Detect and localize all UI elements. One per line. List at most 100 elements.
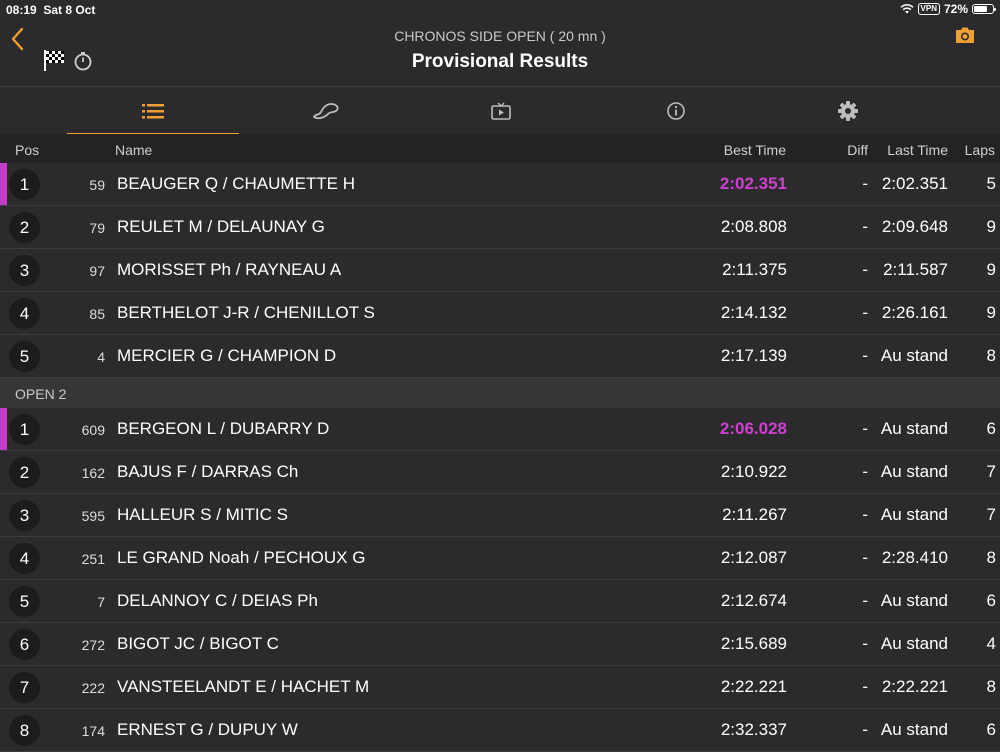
last-time: Au stand [880,505,948,524]
table-row[interactable]: 3 97 MORISSET Ph / RAYNEAU A 2:11.375 - … [0,249,1000,292]
col-last-time: Last Time [887,142,948,158]
race-number: 4 [97,349,105,365]
diff: - [862,346,868,365]
laps: 6 [986,591,996,610]
laps: 9 [986,303,996,322]
group-header-open-2: OPEN 2 [0,378,1000,408]
position-badge: 5 [9,341,40,372]
position-badge: 7 [9,672,40,703]
driver-names: LE GRAND Noah / PECHOUX G [117,548,366,567]
col-laps: Laps [964,142,995,158]
tab-video[interactable] [415,87,587,135]
table-row[interactable]: 4 251 LE GRAND Noah / PECHOUX G 2:12.087… [0,537,1000,580]
diff: - [862,720,868,739]
last-time: 2:26.161 [881,303,948,322]
laps: 6 [986,419,996,438]
track-icon [312,103,339,120]
battery-icon [972,4,996,14]
table-row[interactable]: 7 222 VANSTEELANDT E / HACHET M 2:22.221… [0,666,1000,709]
diff: - [862,634,868,653]
tab-track[interactable] [240,87,412,135]
camera-icon[interactable] [954,26,976,44]
table-row[interactable]: 3 595 HALLEUR S / MITIC S 2:11.267 - Au … [0,494,1000,537]
laps: 7 [986,505,996,524]
col-best-time: Best Time [723,142,786,158]
race-number: 174 [81,723,105,739]
laps: 8 [986,346,996,365]
table-row[interactable]: 5 7 DELANNOY C / DEIAS Ph 2:12.674 - Au … [0,580,1000,623]
race-number: 222 [81,680,105,696]
results-table: 1 59 BEAUGER Q / CHAUMETTE H 2:02.351 - … [0,163,1000,752]
best-time: 2:32.337 [720,720,787,739]
position-badge: 2 [9,212,40,243]
race-number: 7 [97,594,105,610]
driver-names: BEAUGER Q / CHAUMETTE H [117,174,356,193]
table-row[interactable]: 2 162 BAJUS F / DARRAS Ch 2:10.922 - Au … [0,451,1000,494]
race-number: 609 [81,422,105,438]
header: CHRONOS SIDE OPEN ( 20 mn ) Provisional … [0,20,1000,86]
status-right: VPN 72% [899,2,996,16]
diff: - [862,462,868,481]
best-time: 2:08.808 [720,217,787,236]
laps: 5 [986,174,996,193]
last-time: Au stand [880,591,948,610]
table-row[interactable]: 2 79 REULET M / DELAUNAY G 2:08.808 - 2:… [0,206,1000,249]
table-row[interactable]: 4 85 BERTHELOT J-R / CHENILLOT S 2:14.13… [0,292,1000,335]
best-time: 2:17.139 [720,346,787,365]
race-number: 97 [89,263,105,279]
position-badge: 2 [9,457,40,488]
tab-settings[interactable] [762,87,934,135]
laps: 8 [986,548,996,567]
table-row[interactable]: 8 174 ERNEST G / DUPUY W 2:32.337 - Au s… [0,709,1000,752]
best-lap-marker [0,408,7,450]
diff: - [862,548,868,567]
diff: - [862,174,868,193]
driver-names: BIGOT JC / BIGOT C [117,634,279,653]
race-number: 79 [89,220,105,236]
best-time: 2:06.028 [719,419,787,438]
best-time: 2:12.087 [720,548,787,567]
diff: - [862,505,868,524]
position-badge: 5 [9,586,40,617]
tab-results-list[interactable] [67,87,239,135]
best-time: 2:11.375 [722,260,787,279]
position-badge: 4 [9,298,40,329]
table-row[interactable]: 6 272 BIGOT JC / BIGOT C 2:15.689 - Au s… [0,623,1000,666]
best-time: 2:02.351 [719,174,787,193]
status-time: 08:19 Sat 8 Oct [6,3,96,17]
table-row[interactable]: 1 609 BERGEON L / DUBARRY D 2:06.028 - A… [0,408,1000,451]
battery-level [974,6,987,12]
driver-names: BERGEON L / DUBARRY D [117,419,330,438]
column-header: Pos Name Best Time Diff Last Time Laps [0,134,1000,163]
page-title: Provisional Results [411,51,589,72]
race-number: 595 [81,508,105,524]
table-row[interactable]: 5 4 MERCIER G / CHAMPION D 2:17.139 - Au… [0,335,1000,378]
position-badge: 3 [9,500,40,531]
best-lap-marker [0,163,7,205]
col-diff: Diff [847,142,868,158]
diff: - [862,591,868,610]
list-icon [142,104,164,119]
driver-names: REULET M / DELAUNAY G [117,217,325,236]
driver-names: MERCIER G / CHAMPION D [117,346,337,365]
last-time: Au stand [880,462,948,481]
tab-info[interactable] [590,87,762,135]
driver-names: BAJUS F / DARRAS Ch [117,462,299,481]
gear-icon [838,101,858,121]
race-number: 251 [81,551,105,567]
race-number: 59 [89,177,105,193]
driver-names: BERTHELOT J-R / CHENILLOT S [117,303,375,322]
best-time: 2:14.132 [720,303,787,322]
table-row[interactable]: 1 59 BEAUGER Q / CHAUMETTE H 2:02.351 - … [0,163,1000,206]
best-time: 2:11.267 [722,505,787,524]
diff: - [862,419,868,438]
tv-icon [491,102,511,120]
col-pos: Pos [15,142,40,158]
best-time: 2:15.689 [720,634,787,653]
laps: 8 [986,677,996,696]
last-time: 2:28.410 [881,548,948,567]
last-time: Au stand [880,720,948,739]
status-bar: 08:19 Sat 8 Oct VPN 72% [0,0,1000,20]
laps: 9 [986,260,996,279]
best-time: 2:22.221 [720,677,787,696]
